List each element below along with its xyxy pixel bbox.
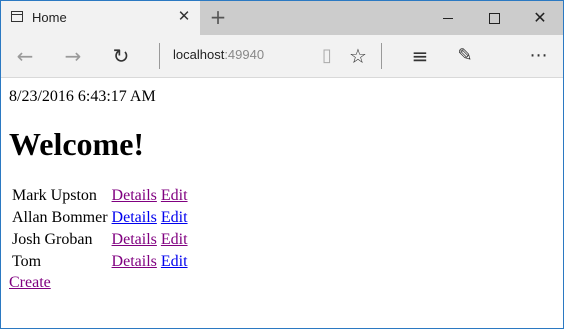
maximize-icon [489,13,500,24]
forward-arrow-icon[interactable]: → [59,42,87,70]
browser-window: Home ✕ + ✕ ← → ↻ localhost:49940 ▯ ☆ ≡ ✎… [0,0,564,329]
details-link[interactable]: Details [112,231,157,248]
actions-cell: Details Edit [111,208,189,228]
minimize-button[interactable] [425,1,471,35]
close-icon: ✕ [533,8,547,27]
reading-view-icon[interactable]: ▯ [313,42,341,70]
tab-close-icon[interactable]: ✕ [177,9,191,25]
actions-cell: Details Edit [111,230,189,250]
details-link[interactable]: Details [112,253,157,270]
address-bar[interactable]: localhost:49940 [173,47,264,62]
timestamp: 8/23/2016 6:43:17 AM [9,88,156,105]
address-port: :49940 [224,47,265,62]
maximize-button[interactable] [471,1,517,35]
user-name: Tom [12,253,42,270]
toolbar-divider [381,43,382,69]
users-table: Mark Upston Details Edit Allan Bommer De… [9,184,191,274]
user-name: Allan Bommer [12,209,108,226]
edit-link[interactable]: Edit [161,209,188,226]
address-host: localhost [173,47,225,62]
actions-cell: Details Edit [111,252,189,272]
details-link[interactable]: Details [112,209,157,226]
minimize-icon [443,18,453,19]
tab-title: Home [32,10,67,25]
new-tab-icon[interactable]: + [208,6,228,28]
favorite-star-icon[interactable]: ☆ [344,42,372,70]
hub-icon[interactable]: ≡ [406,42,434,70]
close-window-button[interactable]: ✕ [517,1,563,35]
tab-strip: Home ✕ + ✕ [1,1,563,35]
page-content: 8/23/2016 6:43:17 AM Welcome! Mark Upsto… [9,78,557,292]
toolbar-divider [159,43,160,69]
table-row: Mark Upston Details Edit [11,186,189,206]
page-title: Welcome! [9,126,145,162]
create-link[interactable]: Create [9,274,557,292]
edit-link[interactable]: Edit [161,253,188,270]
back-arrow-icon[interactable]: ← [11,42,39,70]
web-note-icon[interactable]: ✎ [451,42,479,70]
refresh-icon[interactable]: ↻ [107,42,135,70]
details-link[interactable]: Details [112,187,157,204]
table-row: Josh Groban Details Edit [11,230,189,250]
page-icon [11,11,23,22]
more-icon[interactable]: ⋯ [525,42,553,70]
browser-toolbar: ← → ↻ localhost:49940 ▯ ☆ ≡ ✎ ⋯ [1,35,563,78]
tab-home[interactable]: Home ✕ [1,1,200,35]
edit-link[interactable]: Edit [161,187,188,204]
user-name: Josh Groban [12,231,93,248]
user-name: Mark Upston [12,187,97,204]
table-row: Allan Bommer Details Edit [11,208,189,228]
table-row: Tom Details Edit [11,252,189,272]
actions-cell: Details Edit [111,186,189,206]
edit-link[interactable]: Edit [161,231,188,248]
